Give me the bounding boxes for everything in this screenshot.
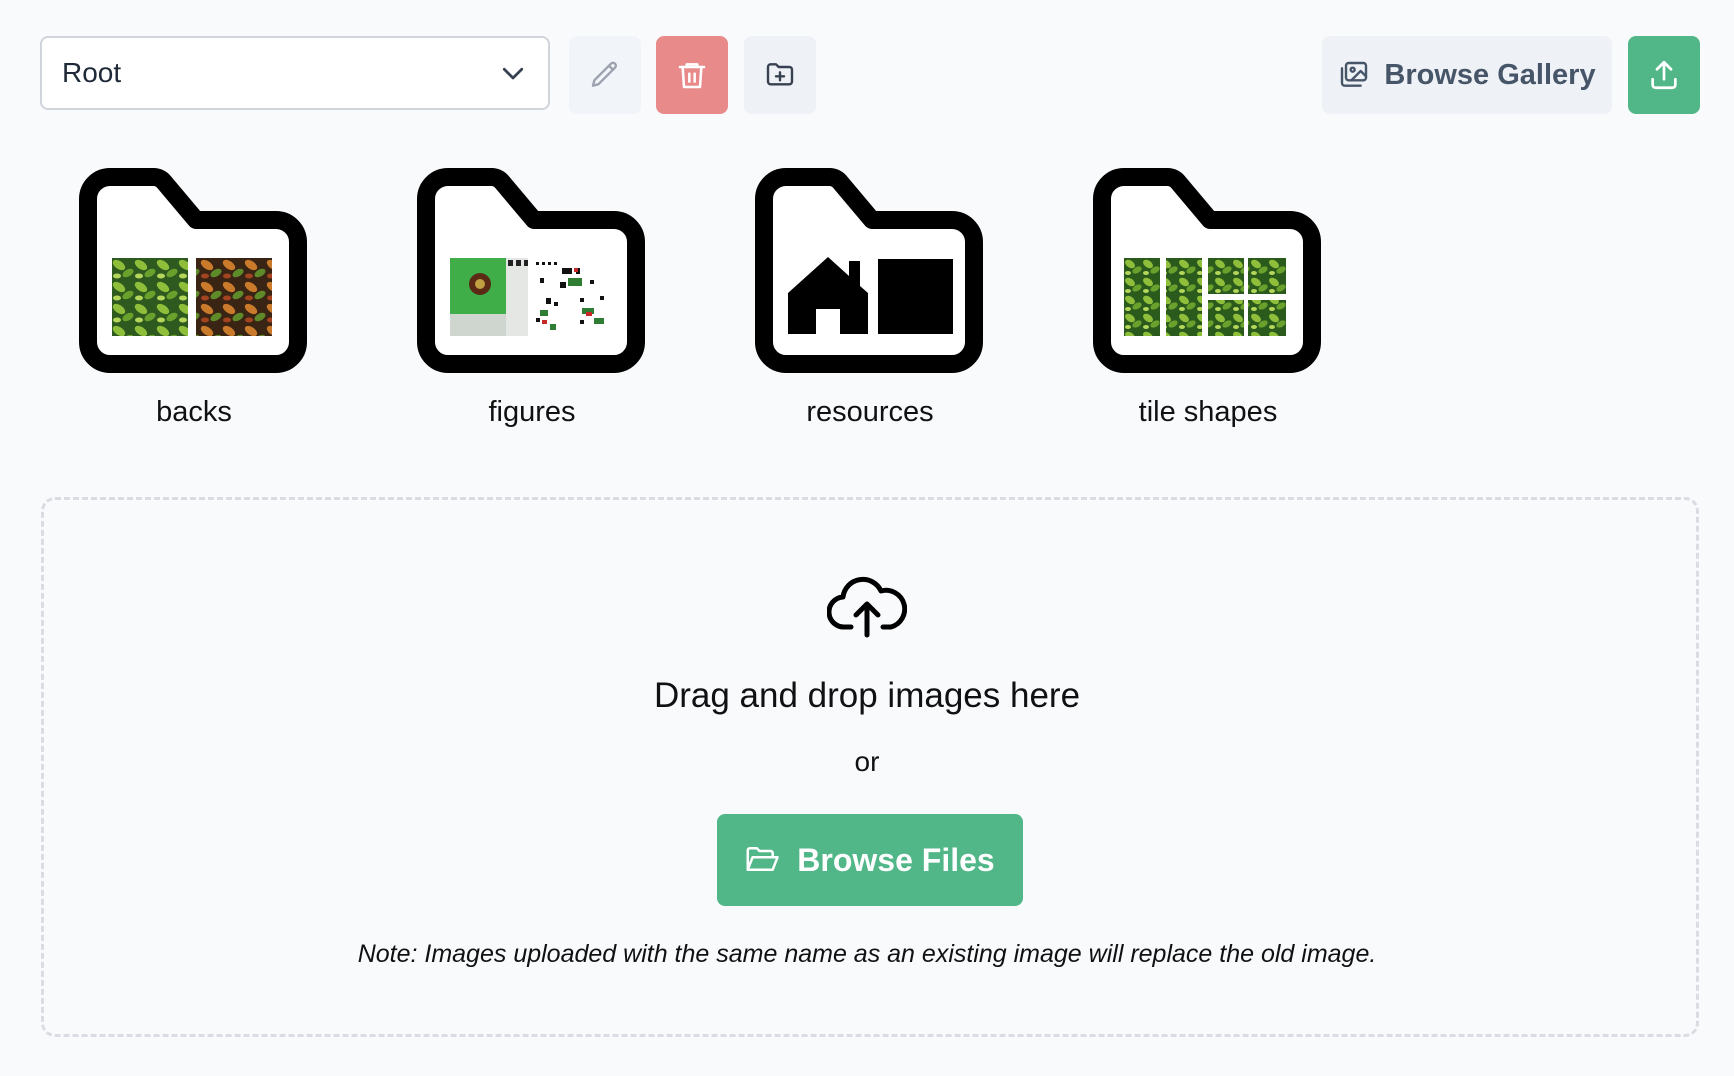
folder-label: figures [488,396,576,428]
folder-item-resources[interactable]: resources [736,166,1016,436]
toolbar: Root Browse Gallery [40,36,1700,114]
trash-icon [678,63,706,89]
pencil-icon [591,61,618,87]
dropzone-note: Note: Images uploaded with the same name… [357,940,1377,968]
browse-files-label: Browse Files [797,841,995,878]
dropzone-title: Drag and drop images here [653,676,1081,715]
browse-gallery-label: Browse Gallery [1384,58,1596,91]
folder-plus-icon [766,63,794,86]
folder-label: resources [806,396,934,428]
delete-folder-button[interactable] [656,36,728,114]
cloud-upload-icon [827,576,907,638]
browse-files-button[interactable]: Browse Files [717,814,1023,906]
folder-item-tile-shapes[interactable]: tile shapes [1074,166,1354,436]
folder-select-value: Root [62,57,122,88]
new-folder-button[interactable] [744,36,816,114]
folder-open-icon [746,846,780,871]
rename-folder-button[interactable] [569,36,641,114]
folder-icon [755,168,983,373]
upload-button[interactable] [1628,36,1700,114]
dropzone-or-text: or [854,746,880,777]
folder-preview-thumbnails [1124,258,1286,336]
folder-item-backs[interactable]: backs [60,166,340,436]
folder-preview-thumbnails [450,258,604,336]
folder-label: tile shapes [1138,396,1278,428]
folder-label: backs [156,396,232,428]
upload-icon [1651,60,1677,90]
folder-item-figures[interactable]: figures [398,166,678,436]
folder-preview-thumbnails [112,258,272,336]
browse-gallery-button[interactable]: Browse Gallery [1322,36,1612,114]
folder-select[interactable]: Root [40,36,550,110]
images-icon [1341,61,1368,87]
chevron-down-icon [502,67,524,80]
